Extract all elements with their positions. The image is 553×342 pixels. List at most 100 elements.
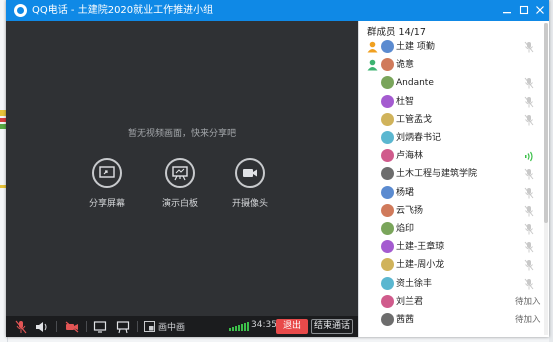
member-row[interactable]: 诡意 <box>359 56 545 74</box>
member-name: 刘炳春书记 <box>396 133 442 143</box>
camera-icon <box>243 169 257 177</box>
call-toolbar: 画中画 34:35 退出 结束通话 <box>6 316 358 337</box>
toolbar-divider <box>86 321 87 332</box>
maximize-icon <box>519 5 529 15</box>
share-screen-label: 分享屏幕 <box>88 199 125 209</box>
whiteboard-toolbar-button[interactable] <box>116 319 130 334</box>
member-row[interactable]: 土建-周小龙 <box>359 256 545 274</box>
member-name: 工管孟戈 <box>396 114 433 125</box>
member-name: 土木工程与建筑学院 <box>396 169 478 180</box>
qq-logo-icon <box>14 4 27 17</box>
exit-button[interactable]: 退出 <box>276 319 308 334</box>
video-area: 暂无视频画面，快来分享吧 分享屏幕 演示白板 开摄像头 <box>6 21 358 316</box>
member-avatar <box>381 222 394 235</box>
mic-muted-icon <box>524 241 534 253</box>
member-name: 卢海林 <box>396 151 424 162</box>
mic-muted-icon <box>524 223 534 235</box>
mic-muted-icon <box>524 260 534 271</box>
speaking-icon <box>525 151 533 162</box>
member-name: 云飞扬 <box>396 205 424 216</box>
mic-muted-icon <box>524 41 534 53</box>
picture-in-picture-label: 画中画 <box>158 323 186 333</box>
share-screen-button[interactable]: 分享屏幕 <box>77 158 137 209</box>
member-row[interactable]: 杜智 <box>359 93 545 111</box>
minimize-button[interactable] <box>499 2 515 18</box>
mic-muted-icon <box>524 169 534 180</box>
signal-strength-icon <box>229 321 249 331</box>
end-call-button[interactable]: 结束通话 <box>311 319 353 334</box>
member-row[interactable]: 资土徐丰 <box>359 275 545 293</box>
member-name: 土建-王章琼 <box>396 242 445 253</box>
member-avatar <box>381 185 394 199</box>
close-icon <box>536 6 544 14</box>
member-name: 刘兰君 <box>396 296 424 307</box>
no-video-message: 暂无视频画面，快来分享吧 <box>127 129 236 139</box>
whiteboard-button[interactable]: 演示白板 <box>150 158 210 209</box>
minimize-icon <box>503 12 511 14</box>
member-name: 杨珺 <box>396 187 415 198</box>
member-status: 待加入 <box>515 296 541 307</box>
qq-call-window: QQ电话 - 土建院2020就业工作推进小组 暂无视频画面，快来分享吧 分享屏幕 <box>6 0 549 337</box>
member-avatar <box>381 294 394 308</box>
whiteboard-label: 演示白板 <box>161 199 198 209</box>
window-title: QQ电话 - 土建院2020就业工作推进小组 <box>32 5 214 16</box>
member-avatar <box>381 167 394 181</box>
member-row[interactable]: 土木工程与建筑学院 <box>359 165 545 183</box>
member-row[interactable]: 卢海林 <box>359 147 545 165</box>
member-row[interactable]: 刘炳春书记 <box>359 129 545 147</box>
member-avatar <box>381 112 394 126</box>
background-window-edge-right <box>549 0 553 342</box>
member-avatar <box>381 76 394 90</box>
close-button[interactable] <box>532 2 548 18</box>
member-row[interactable]: Andante <box>359 74 545 92</box>
member-name: 资土徐丰 <box>396 278 433 289</box>
member-name: Andante <box>396 78 434 89</box>
member-avatar <box>381 58 394 72</box>
member-avatar <box>381 240 394 254</box>
member-avatar <box>381 258 394 272</box>
maximize-button[interactable] <box>516 2 532 18</box>
mic-muted-icon <box>524 278 534 290</box>
camera-off-icon <box>65 321 79 332</box>
member-row[interactable]: 杨珺 <box>359 184 545 202</box>
member-avatar <box>381 149 394 163</box>
mic-muted-icon <box>15 320 27 333</box>
member-list-scrollbar[interactable] <box>544 23 548 335</box>
mic-toggle-button[interactable] <box>15 319 27 334</box>
member-status: 待加入 <box>515 315 541 325</box>
member-avatar <box>381 276 394 290</box>
screen-share-icon <box>93 320 107 333</box>
member-name: 土建-周小龙 <box>396 260 445 271</box>
member-row[interactable]: 云飞扬 <box>359 202 545 220</box>
member-row[interactable]: 土建-王章琼 <box>359 238 545 256</box>
mic-muted-icon <box>524 205 534 217</box>
member-avatar <box>381 40 394 53</box>
member-row[interactable]: 刘兰君 待加入 <box>359 293 545 311</box>
camera-toggle-button[interactable] <box>65 319 79 334</box>
picture-in-picture-button[interactable]: 画中画 <box>144 319 185 334</box>
group-owner-icon <box>367 41 378 53</box>
mic-muted-icon <box>524 114 534 126</box>
member-row[interactable]: 土建 项勤 <box>359 38 545 56</box>
scrollbar-thumb[interactable] <box>544 23 548 223</box>
member-name: 杜智 <box>396 96 415 107</box>
member-row[interactable]: 工管孟戈 <box>359 111 545 129</box>
picture-in-picture-icon <box>144 321 155 332</box>
call-timer: 34:35 <box>251 320 277 330</box>
mic-muted-icon <box>524 187 534 199</box>
member-row[interactable]: 焰印 <box>359 220 545 238</box>
member-name: 焰印 <box>396 224 415 234</box>
group-admin-icon <box>367 59 378 71</box>
member-avatar <box>381 313 394 326</box>
title-bar[interactable]: QQ电话 - 土建院2020就业工作推进小组 <box>6 0 549 21</box>
member-count-header: 群成员 14/17 <box>367 27 426 38</box>
member-panel: 群成员 14/17 土建 项勤诡意 Andante 杜智工管孟戈刘炳春书记卢海林土木… <box>358 21 549 337</box>
share-screen-icon <box>99 166 115 178</box>
screen-share-toolbar-button[interactable] <box>93 319 107 334</box>
member-name: 土建 项勤 <box>396 42 435 52</box>
speaker-button[interactable] <box>34 319 48 334</box>
member-row[interactable]: 茜茜 待加入 <box>359 311 545 329</box>
speaker-icon <box>36 321 47 332</box>
camera-button[interactable]: 开摄像头 <box>220 158 280 209</box>
whiteboard-icon <box>172 165 188 180</box>
